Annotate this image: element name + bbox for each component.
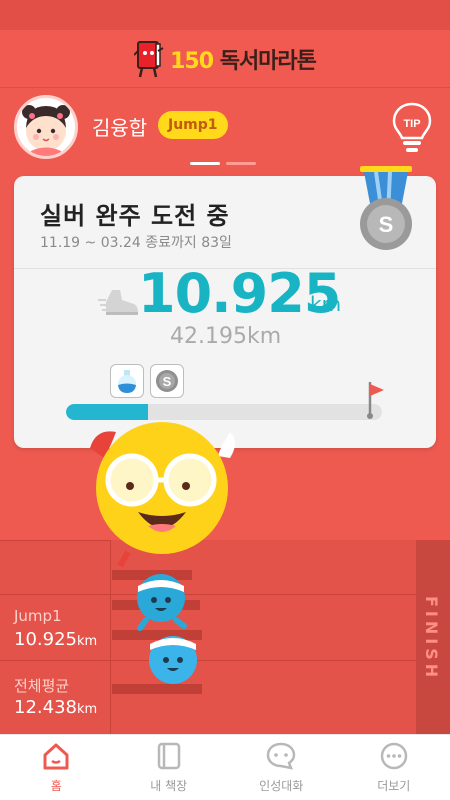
finish-flag-icon bbox=[367, 382, 384, 419]
stat-label: Jump1 bbox=[14, 607, 62, 625]
girl-avatar-icon bbox=[22, 105, 70, 156]
status-bar bbox=[0, 0, 450, 30]
medal-letter: S bbox=[379, 212, 394, 237]
tab-home[interactable]: 홈 bbox=[0, 735, 113, 800]
silver-bubble: S bbox=[150, 364, 184, 398]
stat-row: Jump1 10.925km bbox=[0, 594, 110, 660]
user-name: 김융합 bbox=[92, 116, 148, 140]
page-dot-active[interactable] bbox=[190, 162, 220, 165]
avatar[interactable] bbox=[14, 95, 78, 159]
logo-title: 독서마라톤 bbox=[219, 48, 317, 74]
finish-label: FINISH bbox=[422, 596, 441, 682]
level-badge: Jump1 bbox=[158, 111, 228, 139]
running-shoe-icon bbox=[98, 290, 138, 315]
tip-button[interactable]: TIP bbox=[388, 100, 436, 156]
lightbulb-icon: TIP bbox=[392, 102, 432, 152]
distance-unit: km bbox=[310, 292, 342, 316]
yellow-mascot-character bbox=[90, 422, 235, 568]
more-icon bbox=[380, 742, 407, 770]
tab-label: 홈 bbox=[50, 779, 62, 793]
page-dot[interactable] bbox=[226, 162, 256, 165]
stat-row: 전체평균 12.438km bbox=[0, 660, 110, 734]
page-indicator bbox=[190, 162, 256, 165]
tab-label: 내 책장 bbox=[150, 779, 188, 793]
coin-letter: S bbox=[163, 374, 172, 389]
profile-section: 김융합 Jump1 TIP bbox=[0, 88, 450, 168]
potion-icon bbox=[118, 370, 136, 393]
tab-label: 더보기 bbox=[377, 779, 411, 793]
tab-more[interactable]: 더보기 bbox=[338, 735, 450, 800]
app-logo: 150 독서마라톤 bbox=[134, 39, 317, 79]
track-divider bbox=[110, 540, 111, 734]
tab-bookshelf[interactable]: 내 책장 bbox=[113, 735, 226, 800]
tip-label: TIP bbox=[403, 118, 420, 130]
bottom-tab-bar: 홈 내 책장 인성대화 더보기 bbox=[0, 734, 450, 800]
blue-runner-character bbox=[137, 574, 187, 631]
stat-value: 12.438km bbox=[14, 697, 98, 718]
potion-bubble bbox=[110, 364, 144, 398]
stat-value: 10.925km bbox=[14, 629, 98, 650]
logo-number: 150 bbox=[170, 48, 214, 74]
challenge-title: 실버 완주 도전 중 bbox=[40, 202, 230, 230]
goal-distance: 42.195km bbox=[170, 324, 282, 349]
silver-coin-icon: S bbox=[156, 370, 178, 392]
home-icon bbox=[43, 743, 69, 770]
app-bar: 150 독서마라톤 bbox=[0, 30, 450, 88]
stat-label: 전체평균 bbox=[14, 677, 70, 695]
tab-chat[interactable]: 인성대화 bbox=[225, 735, 338, 800]
bookshelf-icon bbox=[157, 742, 180, 770]
challenge-period: 11.19 ~ 03.24 종료까지 83일 bbox=[40, 235, 232, 251]
tab-label: 인성대화 bbox=[259, 779, 304, 793]
blue-runner-character bbox=[149, 636, 197, 684]
chat-icon bbox=[266, 742, 296, 770]
silver-medal-icon: S bbox=[360, 166, 412, 250]
book-mascot-icon bbox=[134, 40, 164, 77]
